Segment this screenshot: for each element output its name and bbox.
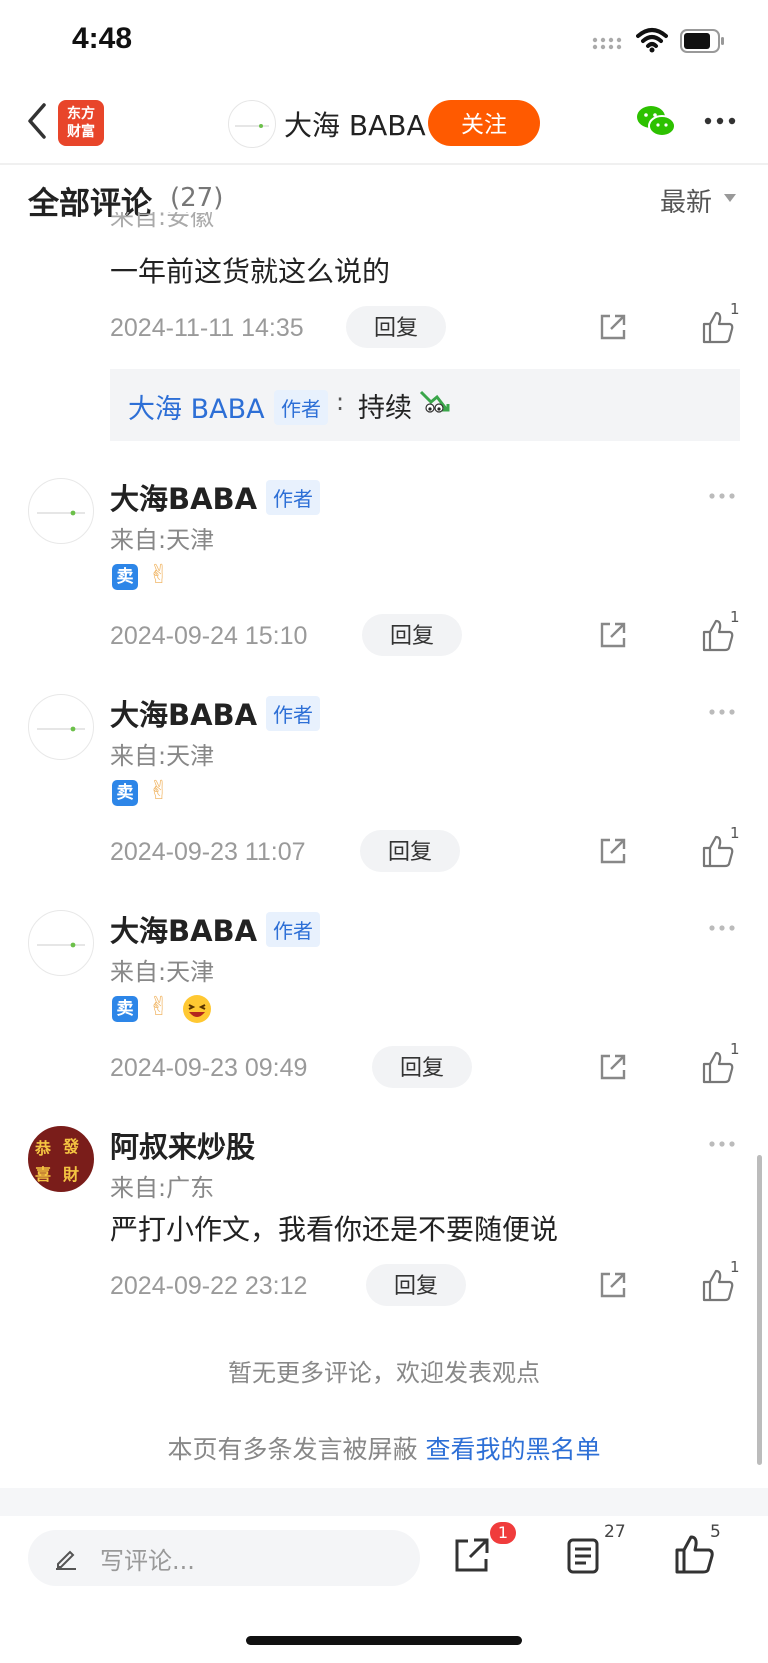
reply-button[interactable]: 回复 (346, 306, 446, 348)
more-icon[interactable] (703, 114, 737, 128)
nav-divider (0, 163, 768, 165)
comment-date: 2024-09-22 23:12 (110, 1272, 308, 1300)
share-icon[interactable] (452, 1535, 492, 1575)
share-icon[interactable] (598, 1052, 628, 1082)
reply-button[interactable]: 回复 (362, 614, 462, 656)
share-icon[interactable] (598, 620, 628, 650)
comment-input[interactable] (28, 1530, 420, 1586)
victory-hand-emoji-icon: ✌ (148, 992, 170, 1022)
more-icon[interactable] (708, 492, 736, 500)
bottom-divider (0, 1488, 768, 1516)
follow-button[interactable]: 关注 (428, 100, 540, 146)
battery-icon (680, 29, 724, 53)
comment-from: 来自:天津 (110, 958, 215, 986)
more-icon[interactable] (708, 1140, 736, 1148)
comment-input-placeholder[interactable]: 写评论... (100, 1541, 195, 1576)
like-count: 5 (710, 1522, 721, 1542)
avatar-char: 喜 (35, 1165, 52, 1184)
sub-reply-text: 持续 (358, 393, 412, 424)
like-count: 1 (730, 300, 740, 318)
laughing-emoji-icon (183, 995, 211, 1023)
victory-hand-emoji-icon: ✌ (148, 776, 170, 806)
reply-button[interactable]: 回复 (372, 1046, 472, 1088)
logo-text-top: 东方 (67, 106, 95, 122)
cellular-signal-icon (592, 37, 622, 50)
wifi-icon (636, 28, 668, 53)
blocked-notice: 本页有多条发言被屏蔽 查看我的黑名单 (0, 1430, 768, 1466)
more-icon[interactable] (708, 708, 736, 716)
avatar[interactable] (28, 910, 94, 976)
blacklist-link[interactable]: 查看我的黑名单 (425, 1435, 600, 1464)
sell-emoji-icon: 卖 (112, 996, 138, 1022)
share-icon[interactable] (598, 836, 628, 866)
comment-text: 一年前这货就这么说的 (110, 255, 391, 288)
avatar[interactable] (28, 694, 94, 760)
share-icon[interactable] (598, 1270, 628, 1300)
reply-button[interactable]: 回复 (366, 1264, 466, 1306)
share-badge: 1 (490, 1522, 516, 1544)
falling-chart-emoji-icon (419, 390, 450, 413)
home-indicator[interactable] (246, 1636, 522, 1645)
avatar-char: 財 (63, 1165, 80, 1184)
pen-icon (56, 1550, 76, 1570)
status-time: 4:48 (72, 22, 133, 55)
avatar[interactable] (28, 478, 94, 544)
comment-from: 来自:天津 (110, 526, 215, 554)
comments-list-icon[interactable] (566, 1537, 600, 1575)
victory-hand-emoji-icon: ✌ (148, 560, 170, 590)
comment-from: 来自:天津 (110, 742, 215, 770)
author-name[interactable]: 大海 BABA (284, 104, 426, 144)
sort-dropdown[interactable]: 最新 (660, 182, 712, 219)
sell-emoji-icon: 卖 (112, 564, 138, 590)
comment-date: 2024-09-23 11:07 (110, 838, 306, 866)
author-badge: 作者 (266, 912, 320, 947)
wechat-share-icon[interactable] (636, 104, 676, 140)
author-badge: 作者 (266, 480, 320, 515)
like-count: 1 (730, 824, 740, 842)
like-icon[interactable] (674, 1533, 714, 1575)
comment-count: 27 (604, 1522, 626, 1542)
like-count: 1 (730, 608, 740, 626)
no-more-comments: 暂无更多评论，欢迎发表观点 (228, 1359, 540, 1387)
blocked-text: 本页有多条发言被屏蔽 (167, 1435, 418, 1464)
comments-count: (27) (170, 183, 224, 213)
like-count: 1 (730, 1040, 740, 1058)
comment-text: 严打小作文，我看你还是不要随便说 (110, 1213, 559, 1246)
sell-emoji-icon: 卖 (112, 780, 138, 806)
sub-reply-colon: : (336, 388, 345, 416)
author-avatar[interactable] (228, 100, 276, 148)
scrollbar[interactable] (757, 1155, 762, 1465)
comment-date: 2024-09-23 09:49 (110, 1054, 308, 1082)
share-icon[interactable] (598, 312, 628, 342)
commenter-name[interactable]: 大海BABA (110, 908, 257, 950)
logo-text-bottom: 财富 (67, 124, 95, 140)
avatar[interactable]: 恭 發 喜 財 (28, 1126, 94, 1192)
sub-reply-author[interactable]: 大海 BABA (128, 387, 265, 426)
author-badge: 作者 (274, 390, 328, 425)
avatar-char: 發 (63, 1137, 80, 1156)
comment-from-partial: 来自:安徽 (110, 212, 215, 230)
app-logo[interactable]: 东方 财富 (58, 100, 104, 146)
comment-from: 来自:广东 (110, 1174, 215, 1202)
commenter-name[interactable]: 阿叔来炒股 (110, 1124, 255, 1166)
avatar-char: 恭 (35, 1139, 52, 1158)
comment-date: 2024-11-11 14:35 (110, 314, 304, 342)
back-icon[interactable] (22, 101, 52, 141)
commenter-name[interactable]: 大海BABA (110, 476, 257, 518)
more-icon[interactable] (708, 924, 736, 932)
like-count: 1 (730, 1258, 740, 1276)
caret-down-icon[interactable] (724, 194, 736, 202)
reply-button[interactable]: 回复 (360, 830, 460, 872)
comment-date: 2024-09-24 15:10 (110, 622, 308, 650)
commenter-name[interactable]: 大海BABA (110, 692, 257, 734)
author-badge: 作者 (266, 696, 320, 731)
